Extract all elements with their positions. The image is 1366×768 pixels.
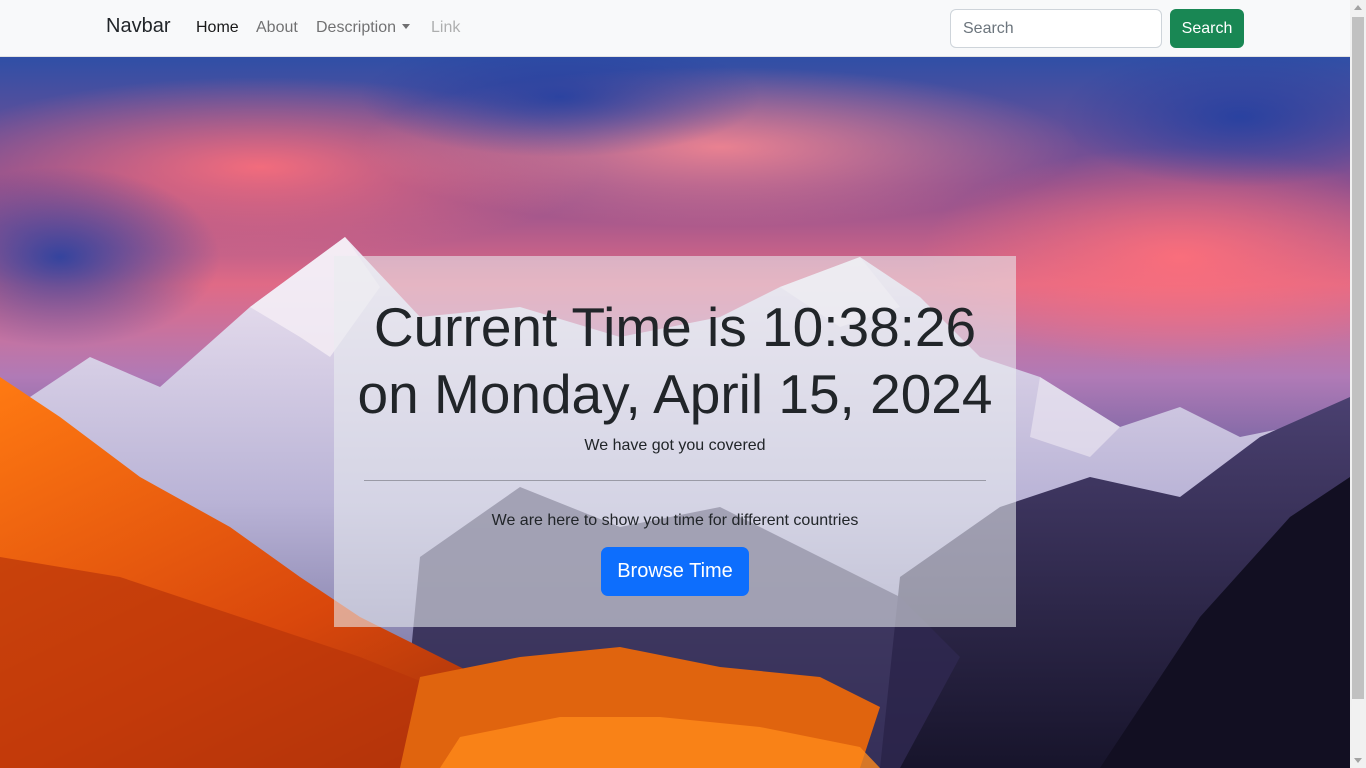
current-time-heading: Current Time is 10:38:26 xyxy=(373,296,977,358)
scroll-down-icon[interactable] xyxy=(1354,758,1362,763)
nav-link-link: Link xyxy=(431,19,461,36)
hero-description: We are here to show you time for differe… xyxy=(491,512,859,529)
hero-card: Current Time is 10:38:26 on Monday, Apri… xyxy=(334,256,1016,627)
page-scrollbar[interactable] xyxy=(1350,0,1366,768)
current-date-heading: on Monday, April 15, 2024 xyxy=(357,363,993,425)
browse-time-button[interactable]: Browse Time xyxy=(601,547,749,596)
navbar: Navbar Home About Description Link Searc… xyxy=(0,0,1350,57)
search-input[interactable] xyxy=(950,9,1162,48)
navbar-brand[interactable]: Navbar xyxy=(106,15,170,38)
hero-background: Current Time is 10:38:26 on Monday, Apri… xyxy=(0,57,1350,768)
nav-dropdown-description[interactable]: Description xyxy=(316,19,411,37)
search-button[interactable]: Search xyxy=(1170,9,1244,48)
nav-link-about[interactable]: About xyxy=(256,19,298,37)
scrollbar-thumb[interactable] xyxy=(1352,17,1364,699)
nav-link-home[interactable]: Home xyxy=(196,19,239,37)
scroll-up-icon[interactable] xyxy=(1354,5,1362,10)
hero-divider xyxy=(364,480,986,481)
caret-down-icon xyxy=(402,24,411,29)
nav-dropdown-label: Description xyxy=(316,19,397,36)
hero-lead-text: We have got you covered xyxy=(584,437,766,454)
